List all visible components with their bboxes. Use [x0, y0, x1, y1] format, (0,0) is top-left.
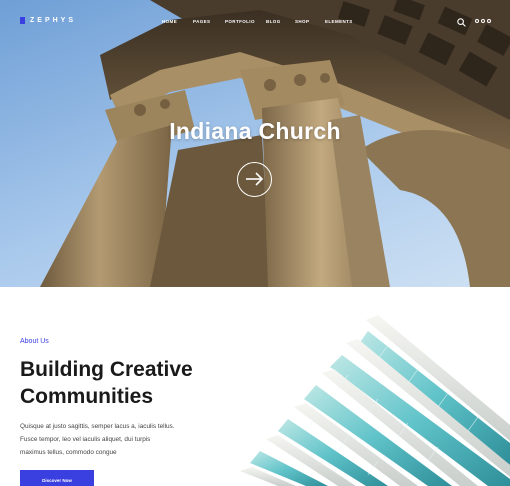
about-text-line-3: maximus tellus, commodo congue	[20, 449, 117, 456]
nav-item-home[interactable]: HOME	[162, 19, 193, 24]
nav-item-blog[interactable]: BLOG	[266, 19, 295, 24]
arrow-right-icon	[246, 172, 264, 186]
about-text-line-2: Fusce tempor, leo vel iaculis aliquet, d…	[20, 436, 151, 443]
logo-mark-icon	[20, 17, 25, 24]
hero-arrow-button[interactable]	[237, 162, 272, 197]
nav-item-portfolio[interactable]: PORTFOLIO	[225, 19, 266, 24]
top-navigation: ZEPHYS HOME PAGES PORTFOLIO BLOG SHOP EL…	[0, 0, 510, 44]
logo[interactable]: ZEPHYS	[20, 17, 76, 24]
search-icon[interactable]	[457, 18, 466, 27]
about-title: Building Creative Communities	[20, 356, 260, 410]
nav-item-pages[interactable]: PAGES	[193, 19, 225, 24]
logo-text: ZEPHYS	[30, 17, 77, 24]
nav-item-shop[interactable]: SHOP	[295, 19, 325, 24]
nav-item-elements[interactable]: ELEMENTS	[325, 19, 365, 24]
about-title-line-1: Building Creative	[20, 358, 193, 381]
hero-title: Indiana Church	[169, 118, 341, 144]
about-title-line-2: Communities	[20, 385, 154, 408]
section-label: About Us	[20, 338, 49, 345]
discover-now-button[interactable]: Discover Now	[20, 470, 94, 486]
floors	[240, 315, 510, 486]
building-image	[240, 315, 510, 486]
about-text: Quisque at justo sagittis, semper lacus …	[20, 420, 240, 459]
menu-dots-icon[interactable]	[475, 19, 491, 23]
hero-section: ZEPHYS HOME PAGES PORTFOLIO BLOG SHOP EL…	[0, 0, 510, 287]
about-text-line-1: Quisque at justo sagittis, semper lacus …	[20, 423, 175, 430]
main-menu: HOME PAGES PORTFOLIO BLOG SHOP ELEMENTS	[162, 19, 365, 24]
